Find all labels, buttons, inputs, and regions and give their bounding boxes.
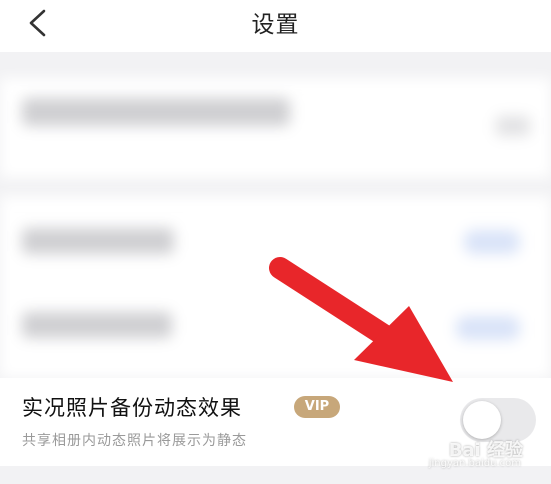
page-title: 设置: [251, 12, 300, 38]
blurred-setting-row-1: [0, 78, 551, 178]
blurred-setting-group-2: [0, 196, 551, 378]
live-photo-setting-title: 实况照片备份动态效果: [22, 396, 242, 420]
live-photo-setting-description: 共享相册内动态照片将展示为静态: [22, 433, 247, 449]
toggle-knob: [463, 401, 501, 439]
vip-badge: VIP: [294, 396, 340, 418]
header-bar: 设置: [0, 0, 551, 52]
baidu-watermark-url: jingyan.baidu.com: [428, 458, 521, 469]
